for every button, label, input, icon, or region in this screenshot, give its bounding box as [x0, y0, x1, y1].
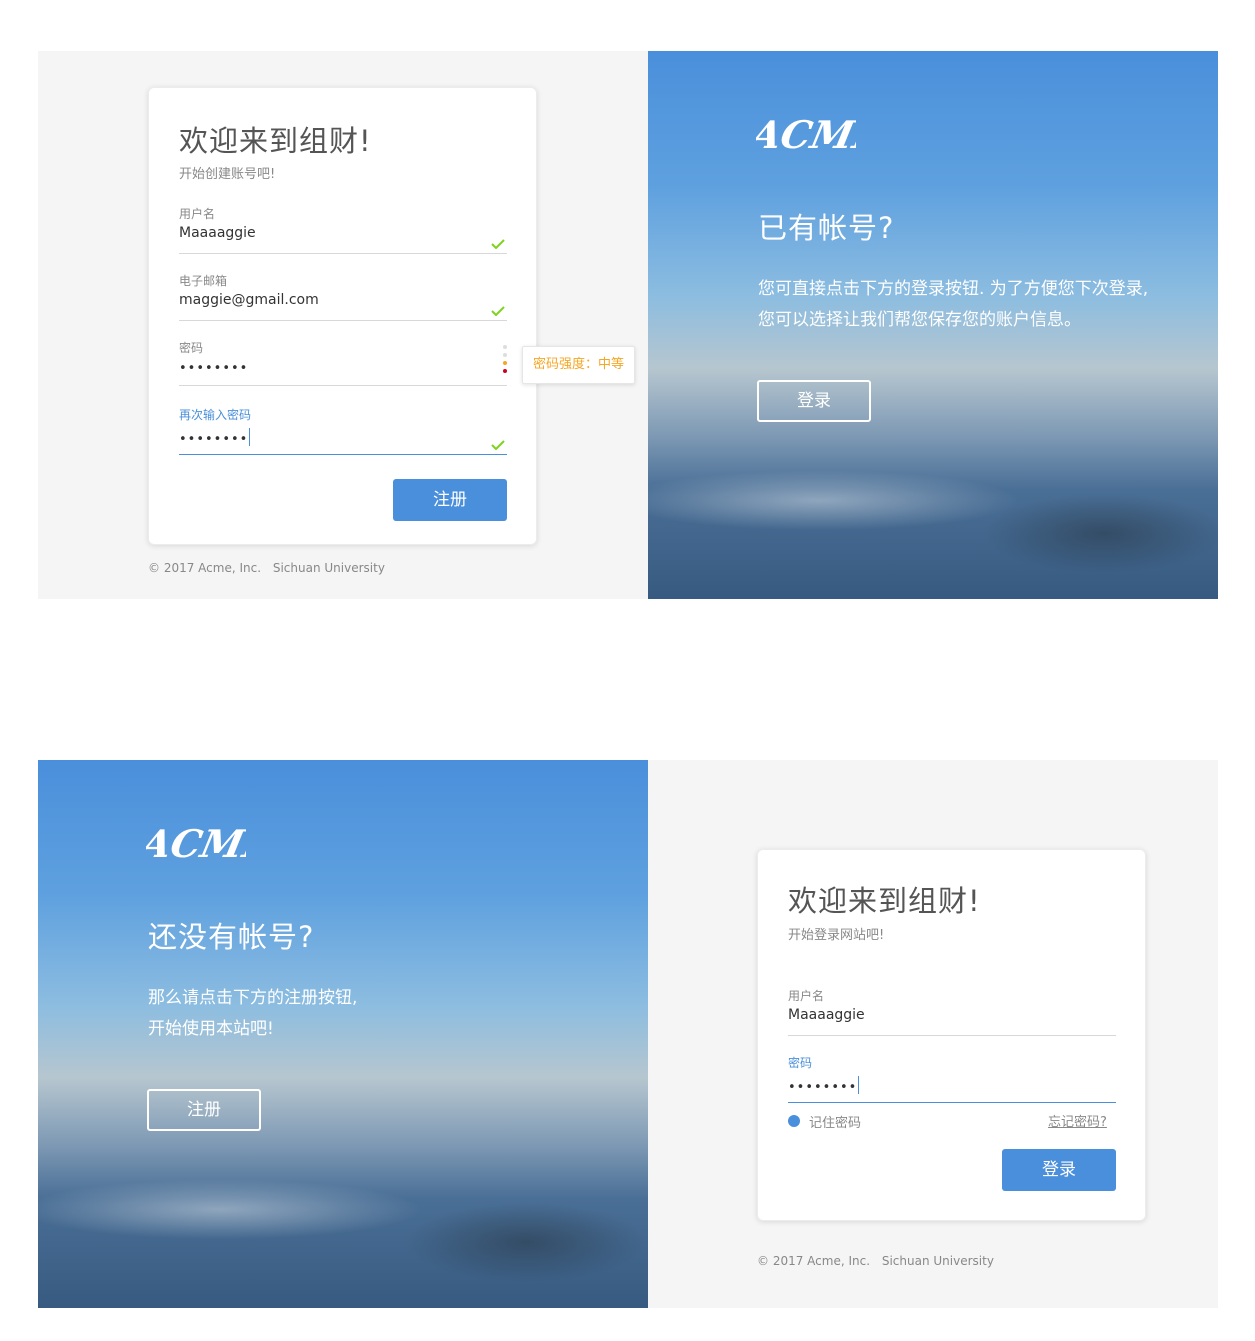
acme-logo: ACME: [756, 113, 856, 158]
text-caret: [249, 428, 251, 446]
footer-org: Sichuan University: [272, 561, 385, 575]
login-username-field[interactable]: 用户名 Maaaaggie: [788, 987, 1116, 1036]
has-account-text-line2: 您可以选择让我们帮您保存您的账户信息。: [758, 310, 1081, 330]
login-panel: 欢迎来到组财! 开始登录网站吧! 用户名 Maaaaggie 密码 ••••••…: [648, 760, 1218, 1308]
confirm-password-field[interactable]: 再次输入密码 ••••••••: [179, 406, 507, 455]
strength-dot: [503, 369, 507, 373]
login-button[interactable]: 登录: [757, 380, 871, 422]
register-button[interactable]: 注册: [147, 1089, 261, 1131]
strength-dot: [503, 353, 507, 357]
footer-copyright: © 2017 Acme, Inc.: [757, 1254, 871, 1268]
register-footer: © 2017 Acme, Inc. Sichuan University: [148, 561, 385, 575]
has-account-panel: ACME 已有帐号? 您可直接点击下方的登录按钮. 为了方便您下次登录, 您可以…: [648, 51, 1218, 599]
username-field[interactable]: 用户名 Maaaaggie: [179, 205, 507, 254]
remember-password-label[interactable]: 记住密码: [809, 1112, 861, 1131]
strength-dot: [503, 361, 507, 365]
has-account-text: 您可直接点击下方的登录按钮. 为了方便您下次登录, 您可以选择让我们帮您保存您的…: [758, 274, 1148, 336]
login-password-input[interactable]: ••••••••: [788, 1076, 860, 1095]
register-submit-button[interactable]: 注册: [393, 479, 507, 521]
password-field[interactable]: 密码 ••••••••: [179, 339, 507, 386]
email-label: 电子邮箱: [179, 274, 228, 288]
acme-logo: ACME: [146, 822, 246, 867]
strength-dot: [503, 345, 507, 349]
password-strength-indicator: [503, 345, 507, 377]
has-account-text-line1: 您可直接点击下方的登录按钮. 为了方便您下次登录,: [758, 279, 1149, 299]
no-account-text-line2: 开始使用本站吧!: [148, 1019, 274, 1039]
login-footer: © 2017 Acme, Inc. Sichuan University: [757, 1254, 994, 1268]
login-password-field[interactable]: 密码 ••••••••: [788, 1054, 1116, 1103]
no-account-panel: ACME 还没有帐号? 那么请点击下方的注册按钮, 开始使用本站吧! 注册: [38, 760, 648, 1308]
login-username-label: 用户名: [788, 989, 825, 1003]
email-input[interactable]: maggie@gmail.com: [179, 292, 319, 308]
confirm-password-label: 再次输入密码: [179, 408, 252, 422]
footer-org: Sichuan University: [881, 1254, 994, 1268]
valid-check-icon: [491, 239, 505, 249]
valid-check-icon: [491, 440, 505, 450]
login-subtitle: 开始登录网站吧!: [788, 928, 885, 943]
login-password-value: ••••••••: [788, 1080, 858, 1095]
forgot-password-link[interactable]: 忘记密码?: [1048, 1111, 1107, 1130]
no-account-heading: 还没有帐号?: [148, 920, 315, 954]
login-username-input[interactable]: Maaaaggie: [788, 1007, 865, 1023]
confirm-password-value: ••••••••: [179, 432, 249, 447]
login-submit-button[interactable]: 登录: [1002, 1149, 1116, 1191]
password-input[interactable]: ••••••••: [179, 361, 248, 376]
email-field[interactable]: 电子邮箱 maggie@gmail.com: [179, 272, 507, 321]
footer-copyright: © 2017 Acme, Inc.: [148, 561, 262, 575]
valid-check-icon: [491, 306, 505, 316]
username-label: 用户名: [179, 207, 216, 221]
confirm-password-input[interactable]: ••••••••: [179, 428, 251, 447]
password-label: 密码: [179, 341, 204, 355]
username-input[interactable]: Maaaaggie: [179, 225, 256, 241]
no-account-text-line1: 那么请点击下方的注册按钮,: [148, 988, 358, 1008]
login-title: 欢迎来到组财!: [788, 884, 981, 918]
has-account-heading: 已有帐号?: [758, 211, 895, 245]
register-card: 欢迎来到组财! 开始创建账号吧! 用户名 Maaaaggie 电子邮箱 magg…: [148, 87, 537, 545]
login-card: 欢迎来到组财! 开始登录网站吧! 用户名 Maaaaggie 密码 ••••••…: [757, 849, 1146, 1221]
svg-text:ACME: ACME: [146, 822, 246, 867]
login-password-label: 密码: [788, 1056, 813, 1070]
remember-password-radio[interactable]: [788, 1115, 800, 1127]
no-account-text: 那么请点击下方的注册按钮, 开始使用本站吧!: [148, 983, 357, 1045]
register-subtitle: 开始创建账号吧!: [179, 167, 276, 182]
register-title: 欢迎来到组财!: [179, 124, 372, 158]
password-strength-tooltip: 密码强度：中等: [522, 346, 636, 384]
text-caret: [858, 1076, 860, 1094]
register-panel: 欢迎来到组财! 开始创建账号吧! 用户名 Maaaaggie 电子邮箱 magg…: [38, 51, 648, 599]
svg-text:ACME: ACME: [756, 113, 856, 158]
